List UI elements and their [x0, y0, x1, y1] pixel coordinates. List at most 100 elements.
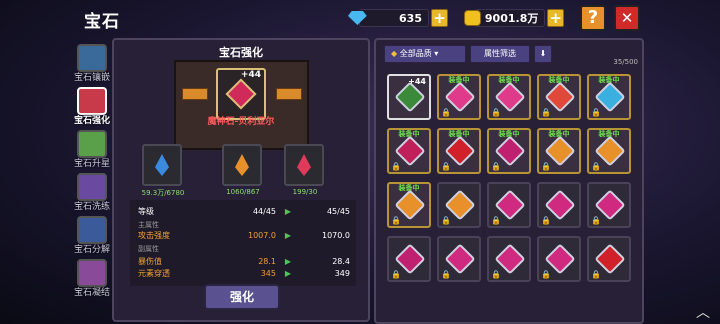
gem-name: 魔神石-贝利亚尔 [207, 117, 275, 127]
sort-button[interactable]: ⬇ [534, 45, 552, 63]
arrow-right-icon: ▶ [284, 256, 292, 266]
sidebar: 宝石镶嵌宝石强化宝石升星宝石洗练宝石分解宝石凝结 [72, 42, 112, 300]
attribute-filter-button[interactable]: 属性筛选 [470, 45, 530, 63]
level-label: 等级 [138, 206, 154, 216]
stats-panel: 等级 44/45 ▶ 45/45 主属性 攻击强度 1007.0 ▶ 1070.… [130, 200, 356, 286]
crystal-icon [297, 154, 311, 176]
main-attr-to: 1070.0 [322, 230, 350, 240]
lock-icon: 🔒 [541, 162, 551, 171]
level-row: 等级 44/45 ▶ 45/45 [138, 206, 350, 216]
gem-slot[interactable]: 🔒 [537, 182, 581, 228]
gem-slot[interactable]: 🔒 [387, 236, 431, 282]
gem-slot[interactable]: 🔒 [587, 236, 631, 282]
gem-slot[interactable]: 装备中 🔒 [487, 128, 531, 174]
sub2-label: 元素穿透 [138, 268, 170, 278]
gem-slot[interactable]: 装备中 🔒 [537, 74, 581, 120]
gem-slot[interactable]: +44 [387, 74, 431, 120]
panel-title: 宝石强化 [219, 46, 263, 59]
lock-icon: 🔒 [591, 216, 601, 225]
gem-icon [77, 87, 107, 115]
lock-icon: 🔒 [541, 216, 551, 225]
chevron-up-icon[interactable]: ︿ [696, 302, 710, 322]
material-count: 199/30 [292, 188, 318, 196]
gold-coin-icon [464, 10, 481, 26]
diamond-count: 635 [358, 9, 429, 27]
sidebar-item-label: 宝石洗练 [73, 202, 110, 212]
lock-icon: 🔒 [541, 270, 551, 279]
machine-pipe-right [276, 88, 302, 100]
sub1-to: 28.4 [332, 256, 350, 266]
gem-slot[interactable]: 装备中 🔒 [487, 74, 531, 120]
lock-icon: 🔒 [491, 108, 501, 117]
close-button[interactable]: ✕ [614, 5, 640, 31]
lock-icon: 🔒 [441, 216, 451, 225]
gem-slot[interactable]: 装备中 🔒 [387, 128, 431, 174]
material-slot[interactable] [222, 144, 262, 186]
add-gold-button[interactable]: + [547, 9, 564, 27]
sidebar-item[interactable]: 宝石凝结 [72, 257, 112, 300]
diamond-balance: 635 + [348, 8, 448, 28]
main-gem-slot[interactable]: +44 [216, 68, 266, 120]
arrow-right-icon: ▶ [284, 268, 292, 278]
lock-icon: 🔒 [491, 216, 501, 225]
lock-icon: 🔒 [591, 108, 601, 117]
lock-icon: 🔒 [591, 162, 601, 171]
main-gem-icon [225, 78, 257, 110]
sidebar-item[interactable]: 宝石升星 [72, 128, 112, 171]
level-to: 45/45 [326, 206, 350, 216]
lock-icon: 🔒 [391, 162, 401, 171]
lock-icon: 🔒 [441, 162, 451, 171]
arrow-right-icon: ▶ [284, 206, 292, 216]
sidebar-item-label: 宝石镶嵌 [73, 73, 110, 83]
gem-icon [77, 259, 107, 287]
sidebar-item[interactable]: 宝石镶嵌 [72, 42, 112, 85]
sub1-from: 28.1 [258, 256, 276, 266]
add-diamond-button[interactable]: + [431, 9, 448, 27]
gem-slot[interactable]: 装备中 🔒 [437, 74, 481, 120]
gem-level: +44 [240, 70, 261, 80]
gold-balance: 9001.8万 + [464, 8, 564, 28]
gem-slot[interactable]: 🔒 [487, 182, 531, 228]
sidebar-item-label: 宝石凝结 [73, 288, 110, 298]
lock-icon: 🔒 [491, 162, 501, 171]
sidebar-item[interactable]: 宝石洗练 [72, 171, 112, 214]
lock-icon: 🔒 [591, 270, 601, 279]
main-attr-title: 主属性 [138, 221, 159, 229]
lock-icon: 🔒 [491, 270, 501, 279]
gem-slot[interactable]: 🔒 [437, 182, 481, 228]
gem-slot[interactable]: 装备中 🔒 [387, 182, 431, 228]
gem-slot[interactable]: 装备中 🔒 [587, 128, 631, 174]
filter-icon: ◆ [391, 49, 398, 58]
main-attr-label: 攻击强度 [138, 230, 170, 240]
arrow-right-icon: ▶ [284, 230, 292, 240]
material-slot[interactable] [284, 144, 324, 186]
sidebar-item[interactable]: 宝石分解 [72, 214, 112, 257]
sidebar-item-label: 宝石强化 [73, 116, 110, 126]
sub2-to: 349 [334, 268, 350, 278]
sidebar-item[interactable]: 宝石强化 [72, 85, 112, 128]
sub-attr-title: 副属性 [138, 245, 159, 253]
gem-slot[interactable]: 装备中 🔒 [437, 128, 481, 174]
material-slot[interactable] [142, 144, 182, 186]
gem-slot[interactable]: 🔒 [587, 182, 631, 228]
chevron-down-icon: ▾ [434, 49, 439, 58]
gem-slot[interactable]: 装备中 🔒 [537, 128, 581, 174]
gem-slot[interactable]: 🔒 [437, 236, 481, 282]
sub2-from: 345 [260, 268, 276, 278]
lock-icon: 🔒 [391, 216, 401, 225]
lock-icon: 🔒 [541, 108, 551, 117]
gem-slot[interactable]: 装备中 🔒 [587, 74, 631, 120]
gem-icon [394, 81, 426, 113]
crystal-icon [155, 154, 169, 176]
page-title: 宝石 [84, 12, 120, 32]
material-count: 1060/867 [226, 188, 260, 196]
gem-slot[interactable]: 🔒 [487, 236, 531, 282]
help-button[interactable]: ? [580, 5, 606, 31]
down-arrow-icon: ⬇ [539, 49, 547, 58]
gem-slot[interactable]: 🔒 [537, 236, 581, 282]
gem-icon [77, 216, 107, 244]
quality-filter-dropdown[interactable]: ◆ 全部品质 ▾ [384, 45, 466, 63]
sub1-label: 暴伤值 [138, 256, 162, 266]
gem-icon [77, 130, 107, 158]
upgrade-button[interactable]: 强化 [204, 284, 280, 310]
